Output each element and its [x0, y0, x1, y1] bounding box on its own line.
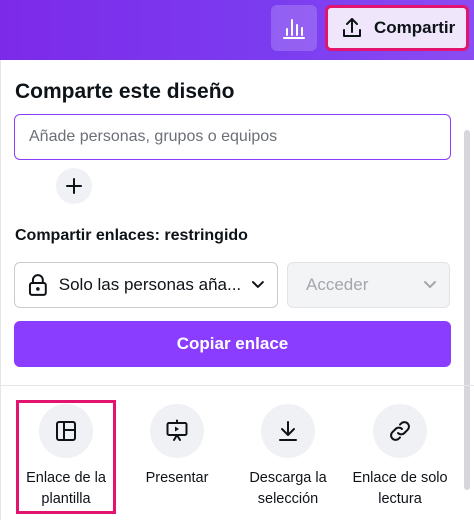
section-divider: [0, 385, 474, 386]
link-role-dropdown[interactable]: Acceder: [287, 262, 450, 308]
template-icon: [56, 421, 76, 441]
option-label: Enlace de solo lectura: [352, 468, 447, 510]
option-read-only-link[interactable]: Enlace de solo lectura: [350, 400, 450, 514]
option-download-selection[interactable]: Descarga la selección: [238, 400, 338, 514]
option-label-line1: Presentar: [145, 470, 209, 486]
link-sharing-label: Compartir enlaces: restringido: [15, 227, 248, 244]
present-icon: [166, 419, 188, 441]
option-icon-circle: [373, 404, 427, 458]
bar-chart-icon: [283, 19, 305, 39]
copy-link-button[interactable]: Copiar enlace: [14, 321, 451, 367]
option-label-line1: Enlace de solo: [352, 470, 448, 486]
plus-icon: [66, 178, 82, 194]
top-bar: Compartir: [0, 0, 474, 60]
option-label-line2: lectura: [378, 491, 422, 507]
option-label-line1: Enlace de la: [26, 470, 106, 486]
panel-scrollbar[interactable]: [464, 130, 470, 490]
option-present[interactable]: Presentar: [127, 400, 227, 514]
option-template-link[interactable]: Enlace de la plantilla: [16, 400, 116, 514]
option-icon-circle: [39, 404, 93, 458]
option-label-line1: Descarga la: [249, 470, 327, 486]
option-label-line2: plantilla: [41, 491, 91, 507]
option-label: Descarga la selección: [249, 468, 326, 510]
chevron-down-icon: [424, 281, 436, 288]
share-button[interactable]: Compartir: [325, 5, 469, 51]
option-label: Presentar: [146, 468, 209, 489]
lock-icon: [28, 274, 47, 296]
add-people-button[interactable]: [56, 168, 92, 204]
chevron-down-icon: [252, 281, 265, 288]
upload-icon: [343, 18, 361, 37]
people-search-input[interactable]: [14, 114, 451, 160]
link-role-value: Acceder: [306, 275, 369, 294]
link-access-dropdown[interactable]: Solo las personas aña...: [14, 262, 278, 308]
link-icon: [390, 421, 410, 441]
option-label-line2: selección: [257, 491, 319, 507]
panel-title: Comparte este diseño: [15, 80, 235, 103]
download-icon: [279, 421, 297, 441]
insights-button[interactable]: [271, 5, 317, 51]
option-icon-circle: [261, 404, 315, 458]
option-label: Enlace de la plantilla: [26, 468, 106, 510]
option-icon-circle: [150, 404, 204, 458]
link-access-value: Solo las personas aña...: [58, 275, 242, 294]
share-button-label: Compartir: [374, 18, 456, 37]
